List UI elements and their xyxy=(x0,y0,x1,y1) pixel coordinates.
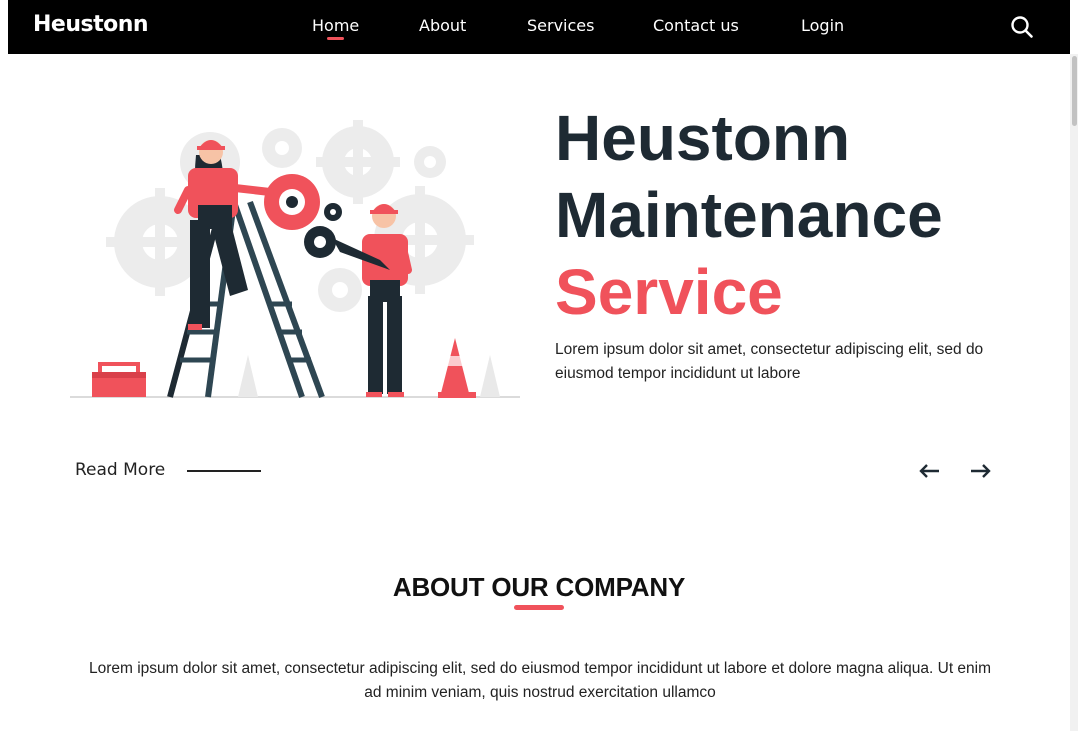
maintenance-workers-illustration xyxy=(70,120,520,399)
nav-active-indicator xyxy=(327,37,344,40)
about-title-underline xyxy=(514,605,564,610)
arrow-left-icon[interactable] xyxy=(917,459,943,483)
nav-item-login[interactable]: Login xyxy=(801,16,844,35)
read-more-link[interactable]: Read More xyxy=(75,460,165,480)
navbar: Heustonn Home About Services Contact us … xyxy=(8,0,1070,54)
scrollbar-thumb[interactable] xyxy=(1072,56,1077,126)
nav-item-about[interactable]: About xyxy=(419,16,466,35)
search-icon[interactable] xyxy=(1010,15,1034,39)
hero-description: Lorem ipsum dolor sit amet, consectetur … xyxy=(555,341,984,382)
hero-title-line-1: Heustonn xyxy=(555,102,851,174)
hero-title-line-3: Service xyxy=(555,256,783,328)
brand-logo[interactable]: Heustonn xyxy=(33,12,149,37)
nav-item-contact[interactable]: Contact us xyxy=(653,16,739,35)
nav-item-services[interactable]: Services xyxy=(527,16,594,35)
read-more-line xyxy=(187,470,261,472)
hero-title-line-2: Maintenance xyxy=(555,179,943,251)
about-description: Lorem ipsum dolor sit amet, consectetur … xyxy=(88,660,992,701)
arrow-right-icon[interactable] xyxy=(967,459,993,483)
page-scrollbar[interactable] xyxy=(1070,54,1078,731)
nav-item-home[interactable]: Home xyxy=(312,16,359,35)
about-section-title: ABOUT OUR COMPANY xyxy=(392,572,686,602)
